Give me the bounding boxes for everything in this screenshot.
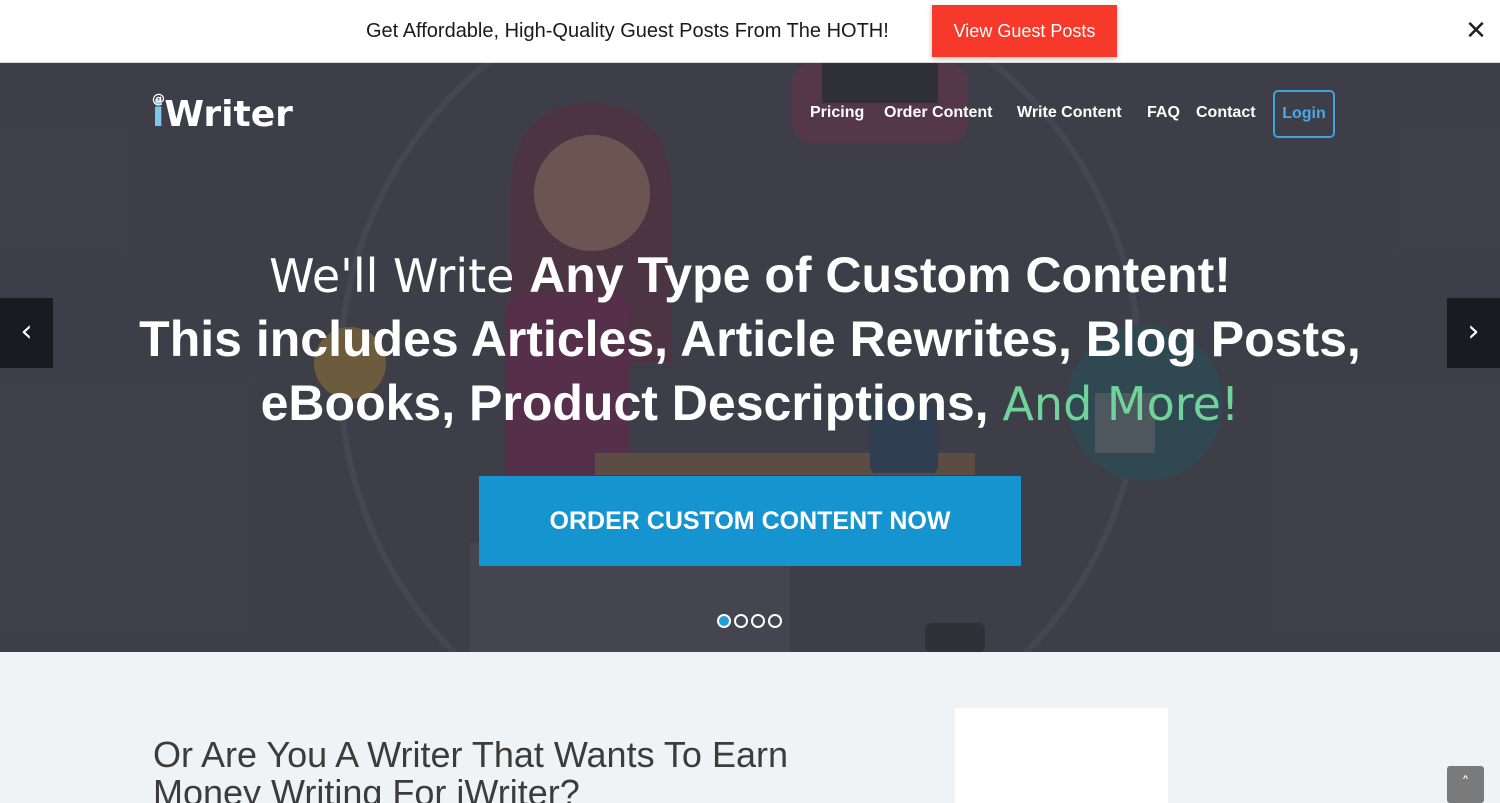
view-guest-posts-button[interactable]: View Guest Posts xyxy=(932,5,1117,57)
writer-heading: Or Are You A Writer That Wants To Earn M… xyxy=(153,736,788,803)
carousel-dot[interactable] xyxy=(734,614,748,628)
headline-and-more: And More! xyxy=(1002,377,1240,431)
iwriter-logo[interactable]: @ iWriter xyxy=(152,92,293,135)
scroll-to-top-icon[interactable]: ˄ xyxy=(1447,766,1484,803)
nav-pricing[interactable]: Pricing xyxy=(810,104,864,122)
hero-carousel: @ iWriter Pricing Order Content Write Co… xyxy=(0,63,1500,652)
carousel-indicators xyxy=(717,614,785,630)
carousel-dot[interactable] xyxy=(717,614,731,628)
hero-headline-line2: This includes Articles, Article Rewrites… xyxy=(139,311,1361,367)
side-card xyxy=(955,708,1168,803)
promo-text: Get Affordable, High-Quality Guest Posts… xyxy=(366,20,889,42)
logo-text: Writer xyxy=(164,94,293,135)
nav-write-content[interactable]: Write Content xyxy=(1017,104,1122,122)
carousel-next-icon[interactable]: › xyxy=(1447,298,1500,368)
hero-headline-line3: eBooks, Product Descriptions, And More! xyxy=(0,372,1500,435)
nav-order-content[interactable]: Order Content xyxy=(884,104,992,122)
order-custom-content-button[interactable]: ORDER CUSTOM CONTENT NOW xyxy=(479,476,1021,566)
headline-line3-bold: eBooks, Product Descriptions, xyxy=(260,375,1003,431)
writer-heading-line2: Money Writing For iWriter? xyxy=(153,772,580,803)
headline-bold: Any Type of Custom Content! xyxy=(529,247,1231,303)
login-button[interactable]: Login xyxy=(1273,90,1335,138)
headline-light: We'll Write xyxy=(269,249,530,303)
carousel-prev-icon[interactable]: ‹ xyxy=(0,298,53,368)
carousel-dot[interactable] xyxy=(768,614,782,628)
logo-at: @ xyxy=(152,92,165,107)
writer-heading-line1: Or Are You A Writer That Wants To Earn xyxy=(153,734,788,775)
writer-section: Or Are You A Writer That Wants To Earn M… xyxy=(0,652,1500,803)
nav-faq[interactable]: FAQ xyxy=(1147,104,1180,122)
carousel-dot[interactable] xyxy=(751,614,765,628)
nav-contact[interactable]: Contact xyxy=(1196,104,1256,122)
promo-bar: Get Affordable, High-Quality Guest Posts… xyxy=(0,0,1500,63)
close-icon[interactable]: ✕ xyxy=(1464,16,1488,46)
hero-headline-line1: We'll Write Any Type of Custom Content! xyxy=(0,244,1500,307)
